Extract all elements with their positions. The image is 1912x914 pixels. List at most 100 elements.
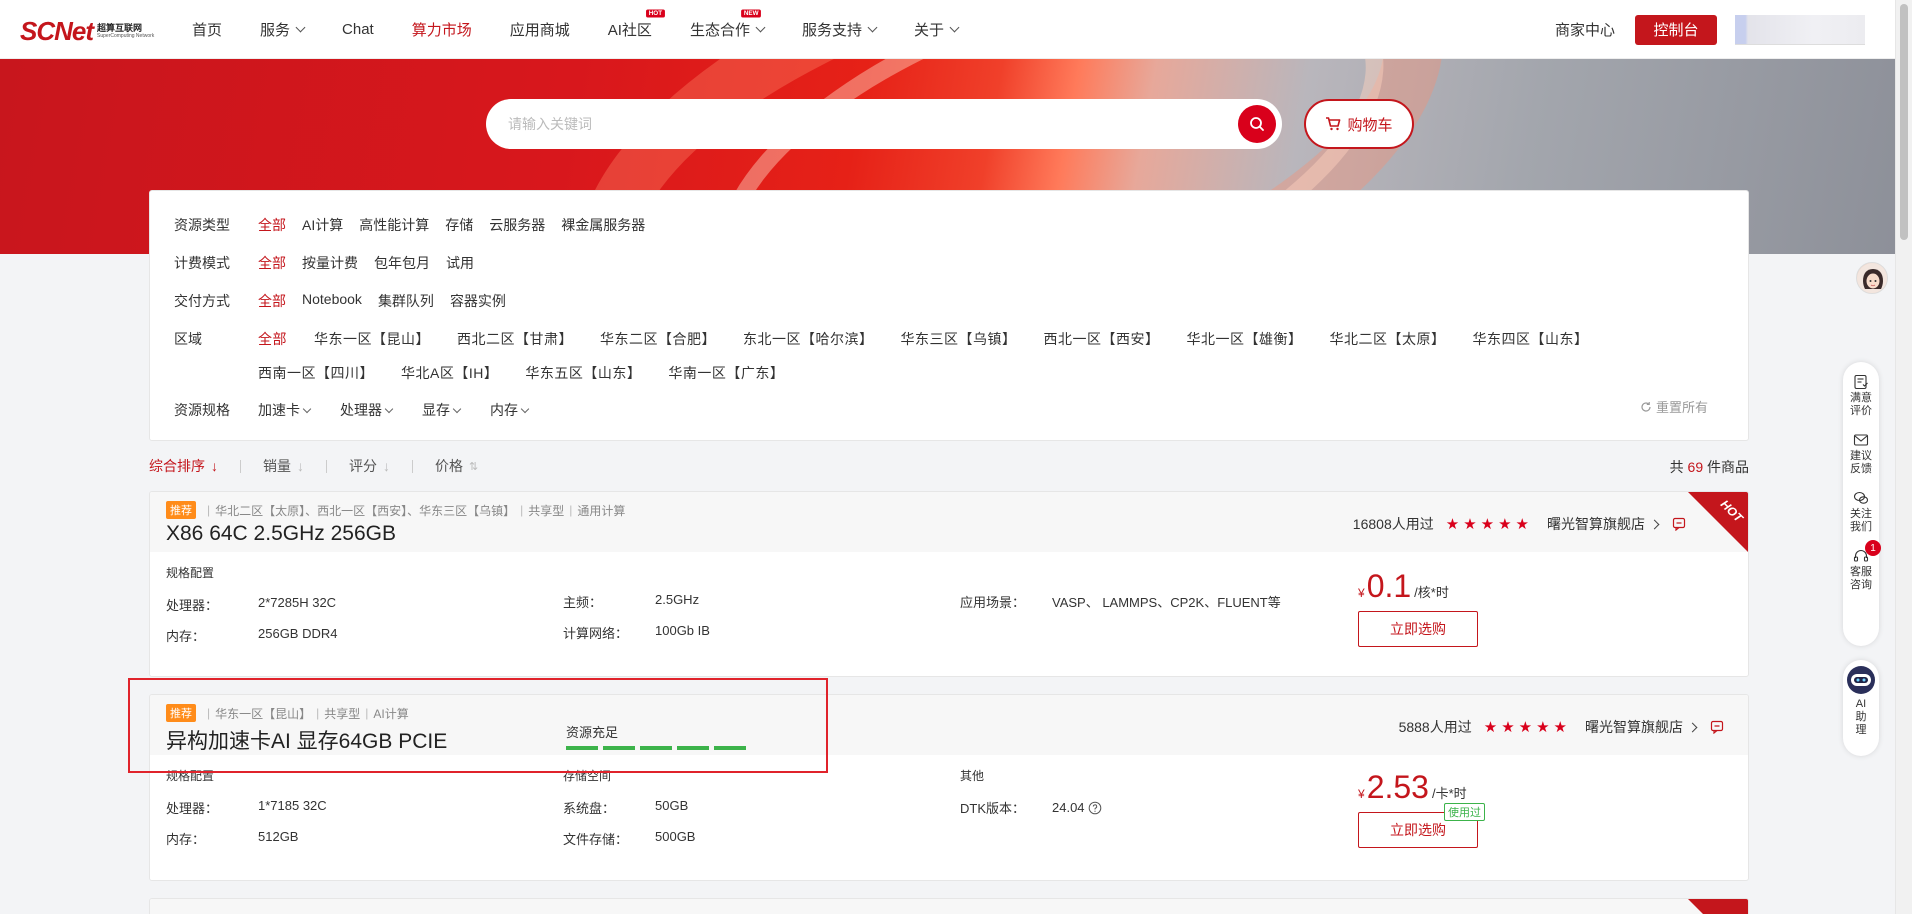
nav-item-services[interactable]: 服务 <box>260 19 306 40</box>
scrollbar-thumb[interactable] <box>1900 4 1908 240</box>
filter-option[interactable]: 华北一区【雄衡】 <box>1187 329 1303 349</box>
product-card[interactable] <box>149 898 1749 914</box>
avatar-icon <box>1857 263 1887 293</box>
search-icon <box>1250 117 1264 131</box>
filter-option[interactable]: 华南一区【广东】 <box>668 363 784 383</box>
sort-default[interactable]: 综合排序 ↓ <box>149 456 218 476</box>
float-item-rating[interactable]: 满意评价 <box>1849 374 1873 418</box>
sort-rating[interactable]: 评分 ↓ <box>349 456 390 476</box>
buy-now-button[interactable]: 立即选购 <box>1358 611 1478 647</box>
filter-option[interactable]: 按量计费 <box>302 253 358 273</box>
shop-link[interactable]: 曙光智算旗舰店 <box>1585 717 1698 737</box>
filter-option[interactable]: 集群队列 <box>378 291 434 311</box>
chevron-down-icon <box>295 22 306 33</box>
nav-item-app-store[interactable]: 应用商城 <box>510 19 570 40</box>
robot-icon <box>1847 666 1875 694</box>
filter-option[interactable]: Notebook <box>302 291 362 311</box>
filter-option[interactable]: 西南一区【四川】 <box>258 363 374 383</box>
nav-item-support[interactable]: 服务支持 <box>802 19 878 40</box>
star-icon: ★ <box>1480 516 1495 533</box>
spec-frequency: 2.5GHz <box>655 592 700 607</box>
console-button[interactable]: 控制台 <box>1635 14 1717 45</box>
price: ¥ 2.53 /卡*时 <box>1358 769 1467 805</box>
merchant-center-link[interactable]: 商家中心 <box>1555 19 1615 40</box>
cart-button[interactable]: 购物车 <box>1304 99 1414 149</box>
filter-option[interactable]: 云服务器 <box>489 215 545 235</box>
spec-dropdown-vram[interactable]: 显存 <box>422 400 462 420</box>
filter-option[interactable]: 存储 <box>445 215 473 235</box>
filter-option[interactable]: 华东五区【山东】 <box>525 363 641 383</box>
spec-caption: 规格配置 <box>166 566 215 580</box>
logo-text: SCNet <box>20 16 94 46</box>
logo-en: SuperComputing Network <box>97 33 155 39</box>
star-icon: ★ <box>1445 516 1460 533</box>
ai-assistant-button[interactable]: AI助理 <box>1843 660 1879 756</box>
chevron-down-icon <box>949 22 960 33</box>
top-nav: SCNet 超算互联网 SuperComputing Network 首页 服务… <box>0 0 1895 59</box>
sort-sales[interactable]: 销量 ↓ <box>263 456 304 476</box>
filter-option[interactable]: 华东三区【乌镇】 <box>901 329 1017 349</box>
product-title[interactable]: X86 64C 2.5GHz 256GB <box>166 522 396 546</box>
nav-item-about[interactable]: 关于 <box>914 19 960 40</box>
sort-bar: 综合排序 ↓ 销量 ↓ 评分 ↓ 价格 ⇅ 共 69 件商品 <box>149 455 1749 477</box>
star-icon: ★ <box>1536 719 1550 736</box>
search-button[interactable] <box>1238 105 1276 143</box>
filter-option[interactable]: 试用 <box>446 253 474 273</box>
assistant-avatar[interactable] <box>1856 262 1888 294</box>
filter-option[interactable]: 全部 <box>258 291 286 311</box>
chat-icon[interactable] <box>1672 517 1686 531</box>
spec-dropdown-accelerator[interactable]: 加速卡 <box>258 400 312 420</box>
float-item-follow[interactable]: 关注我们 <box>1849 490 1873 534</box>
float-item-feedback[interactable]: 建议反馈 <box>1849 432 1873 476</box>
nav-item-home[interactable]: 首页 <box>192 19 222 40</box>
filter-option[interactable]: 西北一区【西安】 <box>1044 329 1160 349</box>
spec-dropdown-memory[interactable]: 内存 <box>490 400 530 420</box>
filter-delivery: 交付方式 全部 Notebook 集群队列 容器实例 <box>174 291 506 311</box>
sort-price[interactable]: 价格 ⇅ <box>435 456 478 476</box>
float-item-support[interactable]: 1 客服咨询 <box>1849 540 1881 592</box>
filter-option[interactable]: 全部 <box>258 253 286 273</box>
search-input[interactable] <box>508 116 1208 132</box>
arrow-down-icon: ↓ <box>211 458 218 474</box>
product-share-type: 共享型 <box>528 503 565 518</box>
spec-dropdown-processor[interactable]: 处理器 <box>340 400 394 420</box>
filter-option[interactable]: 包年包月 <box>374 253 430 273</box>
filter-option[interactable]: 全部 <box>258 215 286 235</box>
chat-icon[interactable] <box>1710 720 1724 734</box>
filter-option[interactable]: 裸金属服务器 <box>561 215 645 235</box>
wechat-icon <box>1853 491 1869 504</box>
nav-item-ecosystem[interactable]: 生态合作 NEW <box>690 9 766 40</box>
rating-stars: ★ ★ ★ ★ ★ <box>1446 515 1533 533</box>
review-icon <box>1854 374 1868 390</box>
shop-link[interactable]: 曙光智算旗舰店 <box>1547 514 1660 534</box>
nav-item-ai-community[interactable]: AI社区 HOT <box>608 9 665 40</box>
spec-cpu: 1*7185 32C <box>258 798 327 813</box>
help-icon[interactable] <box>1088 801 1102 815</box>
star-icon: ★ <box>1498 516 1512 533</box>
filter-option[interactable]: 高性能计算 <box>359 215 429 235</box>
page-scrollbar[interactable] <box>1895 0 1912 914</box>
filter-option[interactable]: 东北一区【哈尔滨】 <box>743 329 874 349</box>
total-count: 共 69 件商品 <box>1669 459 1749 475</box>
logo[interactable]: SCNet 超算互联网 SuperComputing Network <box>20 16 154 47</box>
filter-option[interactable]: 西北二区【甘肃】 <box>457 329 573 349</box>
sort-updown-icon: ⇅ <box>469 460 479 473</box>
filter-option[interactable]: 华东二区【合肥】 <box>600 329 716 349</box>
nav-menu: 首页 服务 Chat 算力市场 应用商城 AI社区 HOT 生态合作 NEW 服务支… <box>192 0 996 59</box>
rating-stars: ★ ★ ★ ★ ★ <box>1484 718 1571 736</box>
user-account-menu[interactable] <box>1735 14 1865 45</box>
filter-option[interactable]: AI计算 <box>302 215 343 235</box>
nav-item-compute-market[interactable]: 算力市场 <box>412 19 472 40</box>
filter-option[interactable]: 华东四区【山东】 <box>1473 329 1589 349</box>
recommend-badge: 推荐 <box>166 501 196 519</box>
filter-option[interactable]: 华北二区【太原】 <box>1330 329 1446 349</box>
buy-now-button[interactable]: 立即选购 使用过 <box>1358 803 1485 848</box>
nav-item-chat[interactable]: Chat <box>342 21 374 38</box>
filter-option[interactable]: 全部 <box>258 329 287 349</box>
filter-option[interactable]: 华东一区【昆山】 <box>314 329 430 349</box>
filter-option[interactable]: 华北A区【IH】 <box>401 363 498 383</box>
reset-filters-button[interactable]: 重置所有 <box>1640 397 1708 416</box>
star-icon: ★ <box>1483 719 1498 736</box>
filter-option[interactable]: 容器实例 <box>450 291 506 311</box>
product-card[interactable]: 推荐 | 华北二区【太原】、西北一区【西安】、华东三区【乌镇】 | 共享型 | 通用计… <box>149 491 1749 677</box>
